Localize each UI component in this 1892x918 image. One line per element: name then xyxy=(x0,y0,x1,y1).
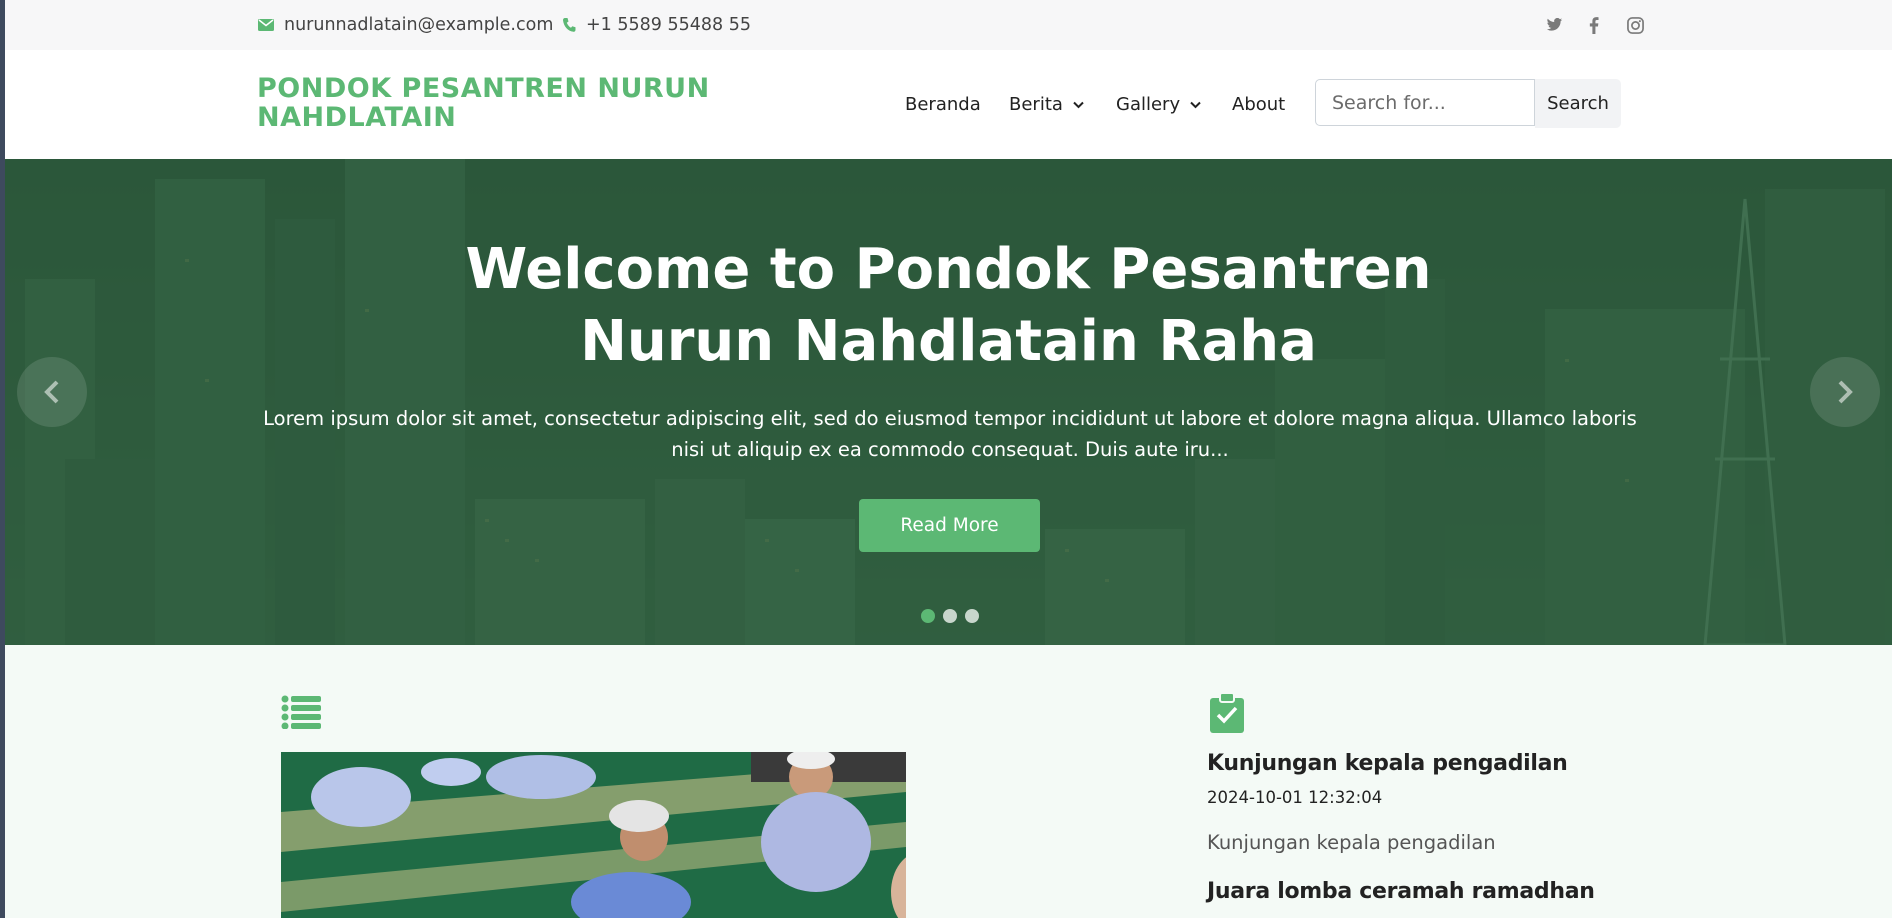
search-form: Search xyxy=(1315,79,1626,128)
nav-item-about[interactable]: About xyxy=(1232,50,1285,159)
envelope-icon xyxy=(258,19,274,31)
nav-label: Gallery xyxy=(1116,94,1181,115)
carousel-indicator-1[interactable] xyxy=(921,609,935,623)
carousel-indicator-3[interactable] xyxy=(965,609,979,623)
phone-text: +1 5589 55488 55 xyxy=(586,15,751,35)
carousel-next-button[interactable] xyxy=(1810,357,1880,427)
nav-item-beranda[interactable]: Beranda xyxy=(905,50,981,159)
phone-icon xyxy=(562,18,576,32)
site-logo[interactable]: PONDOK PESANTREN NURUN NAHDLATAIN xyxy=(257,74,727,132)
hero-description: Lorem ipsum dolor sit amet, consectetur … xyxy=(263,407,1637,461)
post-date: 2024-10-01 12:32:04 xyxy=(1207,788,1383,807)
chevron-down-icon xyxy=(1073,101,1084,108)
post-description: Kunjungan kepala pengadilan xyxy=(1207,831,1496,854)
instagram-icon[interactable] xyxy=(1623,13,1647,37)
list-icon xyxy=(281,695,321,729)
nav-label: About xyxy=(1232,94,1286,115)
hero-title-text: Welcome to Pondok Pesantren Nurun Nahdla… xyxy=(465,237,1432,374)
email-text: nurunnadlatain@example.com xyxy=(284,15,554,35)
twitter-icon[interactable] xyxy=(1542,13,1566,37)
hero-carousel: Welcome to Pondok Pesantren Nurun Nahdla… xyxy=(5,159,1892,645)
nav-item-berita[interactable]: Berita xyxy=(1009,50,1084,159)
facebook-icon[interactable] xyxy=(1582,13,1606,37)
chevron-down-icon xyxy=(1190,101,1201,108)
contact-email[interactable]: nurunnadlatain@example.com xyxy=(258,0,553,50)
main-content: Kunjungan kepala pengadilan 2024-10-01 1… xyxy=(5,645,1892,918)
carousel-prev-button[interactable] xyxy=(17,357,87,427)
post-title[interactable]: Kunjungan kepala pengadilan xyxy=(1207,751,1568,776)
hero-title: Welcome to Pondok Pesantren Nurun Nahdla… xyxy=(5,234,1892,378)
nav-label: Berita xyxy=(1009,94,1063,115)
post-title[interactable]: Juara lomba ceramah ramadhan xyxy=(1207,879,1595,904)
search-input[interactable] xyxy=(1315,79,1535,126)
nav-label: Beranda xyxy=(905,94,981,115)
search-button[interactable]: Search xyxy=(1535,79,1621,128)
read-more-button[interactable]: Read More xyxy=(859,499,1040,552)
hero-overlay xyxy=(5,159,1892,645)
chevron-right-icon xyxy=(1838,380,1853,404)
news-image xyxy=(281,752,906,918)
site-header: PONDOK PESANTREN NURUN NAHDLATAIN Berand… xyxy=(5,50,1892,159)
top-bar: nurunnadlatain@example.com +1 5589 55488… xyxy=(5,0,1892,50)
contact-phone[interactable]: +1 5589 55488 55 xyxy=(562,0,751,50)
clipboard-check-icon xyxy=(1210,693,1244,733)
carousel-indicator-2[interactable] xyxy=(943,609,957,623)
chevron-left-icon xyxy=(44,380,59,404)
nav-item-gallery[interactable]: Gallery xyxy=(1116,50,1201,159)
window-edge xyxy=(0,0,5,918)
